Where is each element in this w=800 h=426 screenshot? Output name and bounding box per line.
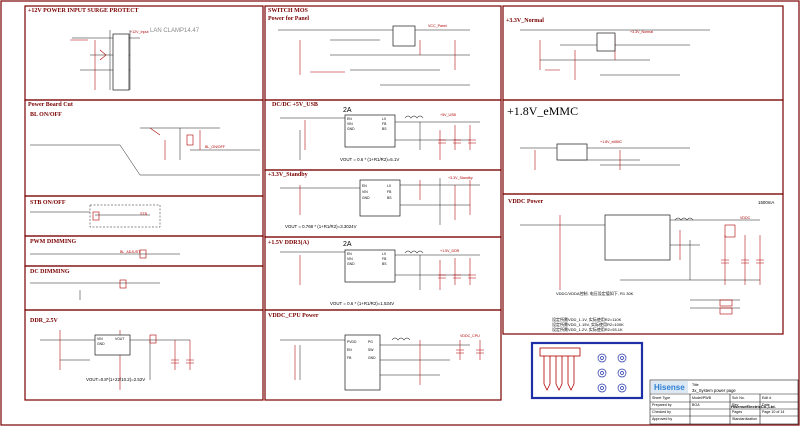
- tb-r1c0: Prepared by: [652, 403, 672, 407]
- tb-r0c3: Edit #: [762, 396, 772, 400]
- tb-r2c2: Pages: [732, 410, 743, 414]
- vddc-setting-3: 设定所需VDD_1.2V, 实际使用R2=93.1K: [552, 327, 623, 332]
- net-label-vcc-panel: VCC_Panel: [428, 24, 447, 28]
- section-title-bl-onoff: BL ON/OFF: [30, 112, 62, 118]
- current-label-usb: 2A: [343, 107, 352, 114]
- tb-r2c0: Checked by: [652, 410, 671, 414]
- formula-usb: VOUT = 0.6 * (1+R1/R2)=5.1V: [340, 157, 400, 162]
- section-title-normal33: +3.3V_Normal: [506, 18, 544, 24]
- net-label-vddc-cpu: VDDC_CPU: [460, 334, 480, 338]
- net-label-ddr15: +1.5V_DDR: [440, 249, 460, 253]
- section-title-standby33: +3.3V_Standby: [268, 172, 308, 178]
- net-label-stb: STB: [140, 212, 147, 216]
- chip-ddr-pins: EN VIN GND: [347, 252, 355, 266]
- section-title-board-cut: Power Board Cut: [28, 102, 73, 108]
- chip-ddr-pins-right: LX FB BS: [382, 252, 387, 266]
- schematic-sheet: +12V POWER INPUT SURGE PROTECT SWITCH MO…: [0, 0, 800, 426]
- section-title-pwm-dimming: PWM DIMMING: [30, 239, 77, 245]
- company-name: HisenseElectricCo.,Ltd.: [731, 404, 776, 409]
- chip-ddr25-pins: VIN GND: [97, 337, 105, 346]
- net-label-18-emmc: +1.8V_eMMC: [600, 140, 623, 144]
- section-title-dcdc5v: DC/DC +5V_USB: [272, 102, 318, 108]
- chip-ddr25-vout: VOUT: [115, 337, 125, 341]
- formula-ddr25: VOUT=0.8*(1+22/10.2)=2.52V: [86, 377, 146, 382]
- section-title-vddc-cpu: VDDC_CPU Power: [268, 313, 319, 319]
- formula-standby: VOUT = 0.768 * (1+R1/R2)=3.3024V: [285, 224, 357, 229]
- title-label: Title: [692, 383, 699, 387]
- chip-cpu-pins-right: PG SW GND: [368, 340, 376, 360]
- section-title-switch-mos: SWITCH MOS: [268, 8, 308, 14]
- section-title-emmc18: +1.8V_eMMC: [507, 104, 579, 118]
- section-title-dc-dimming: DC DIMMING: [30, 269, 70, 275]
- section-title-power-for-panel: Power for Panel: [268, 16, 310, 22]
- section-title-surge: +12V POWER INPUT SURGE PROTECT: [28, 8, 139, 14]
- tb-r1c1: BOA: [692, 403, 700, 407]
- vddc-current: 1500mA: [758, 200, 775, 205]
- title-value: 3x_System power page: [692, 388, 736, 393]
- schematic-drawing: [0, 0, 800, 426]
- net-label-5v-usb: +5V_USB: [440, 113, 456, 117]
- net-label-33-normal: +3.3V_Normal: [630, 30, 654, 34]
- net-label-bl-onoff: BL_ON/OFF: [205, 145, 225, 149]
- section-title-vddc-power: VDDC Power: [508, 199, 544, 205]
- vddc-settings: 设定所需VDD_1.1V, 实际使用R2=110K 设定所需VDD_1.15V,…: [552, 317, 624, 332]
- current-label-ddr: 2A: [343, 241, 352, 248]
- vddc-note: VDDC/VDDA控制, 电压设定值如下, R1 30K: [556, 291, 634, 296]
- chip-standby-pins-right: LX FB BS: [387, 184, 392, 200]
- chip-usb-pins: EN VIN GND: [347, 117, 355, 131]
- tb-r2c3: Page 10 of 14: [762, 410, 785, 414]
- formula-ddr: VOUT = 0.6 * (1+R1/R2)=1.534V: [330, 301, 395, 306]
- section-title-ddr15: +1.5V DDR3(A): [268, 240, 309, 246]
- chip-standby-pins: EN VIN GND: [362, 184, 370, 200]
- tb-r0c0: Sheet Type: [652, 396, 671, 400]
- net-label-12v-input: +12V_Input: [130, 30, 149, 34]
- chip-usb-pins-right: LX FB BS: [382, 117, 387, 131]
- tb-r0c2: Sch No.: [732, 396, 745, 400]
- section-title-stb-onoff: STB ON/OFF: [30, 200, 66, 206]
- chip-cpu-pins: PVDD EN FB: [347, 340, 357, 360]
- net-label-vddc: VDDC: [740, 216, 751, 220]
- hisense-logo: Hisense: [654, 383, 685, 392]
- tb-r3c2: Standardization: [732, 417, 757, 421]
- net-label-33-standby: +3.3V_Standby: [448, 176, 473, 180]
- section-title-ddr25: DDR_2.5V: [30, 318, 58, 324]
- clamp-label: LAN CLAMP14.47: [150, 28, 200, 34]
- tb-r3c0: Approved by: [652, 417, 673, 421]
- tb-r0c1: Model/PWB: [692, 396, 711, 400]
- net-label-bl-adjust: BL_ADJUST: [120, 250, 141, 254]
